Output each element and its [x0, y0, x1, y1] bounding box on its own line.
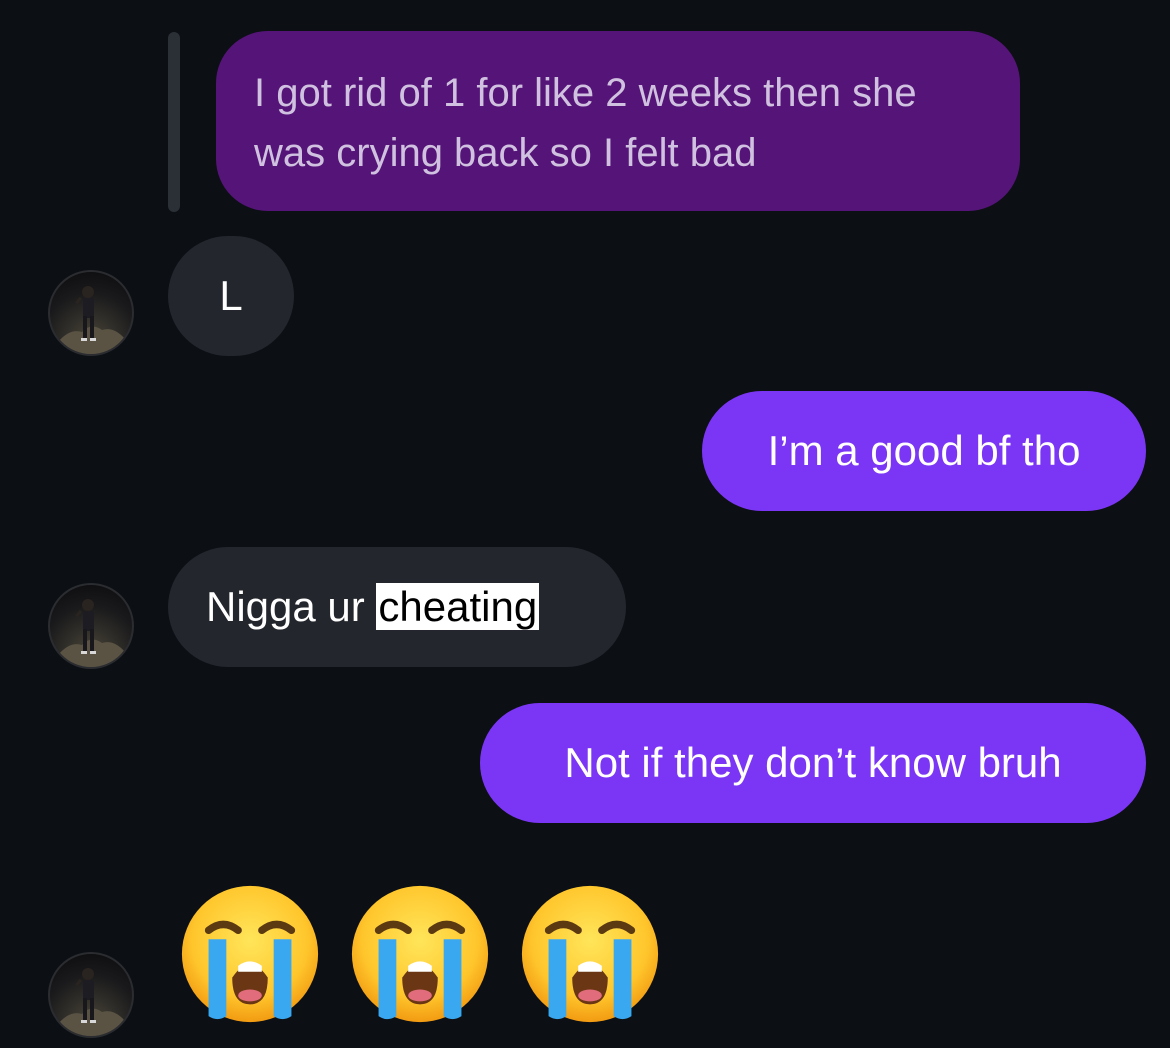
reply-indicator-bar: [168, 32, 180, 212]
person-photo-icon: [58, 968, 126, 1036]
message-text: Not if they don’t know bruh: [564, 739, 1062, 786]
person-photo-icon: [58, 599, 126, 667]
incoming-message-bubble[interactable]: Nigga ur cheating: [168, 547, 626, 667]
message-text: L: [219, 272, 243, 319]
highlighted-word[interactable]: cheating: [376, 583, 540, 630]
avatar[interactable]: [48, 952, 134, 1038]
loudly-crying-face-icon: [176, 880, 324, 1028]
loudly-crying-face-icon: [516, 880, 664, 1028]
quoted-message-line: I got rid of 1 for like 2 weeks then she: [254, 71, 917, 115]
avatar[interactable]: [48, 270, 134, 356]
quoted-message-line: was crying back so I felt bad: [254, 131, 757, 175]
message-text: I’m a good bf tho: [767, 427, 1081, 474]
outgoing-message-bubble[interactable]: Not if they don’t know bruh: [480, 703, 1146, 823]
person-photo-icon: [58, 286, 126, 354]
emoji-message[interactable]: [176, 880, 664, 1030]
quoted-message-bubble[interactable]: I got rid of 1 for like 2 weeks then she…: [216, 31, 1020, 211]
message-thread: I got rid of 1 for like 2 weeks then she…: [0, 0, 1170, 1048]
loudly-crying-face-icon: [346, 880, 494, 1028]
avatar[interactable]: [48, 583, 134, 669]
message-text: Nigga ur: [206, 583, 377, 630]
outgoing-message-bubble[interactable]: I’m a good bf tho: [702, 391, 1146, 511]
incoming-message-bubble[interactable]: L: [168, 236, 294, 356]
